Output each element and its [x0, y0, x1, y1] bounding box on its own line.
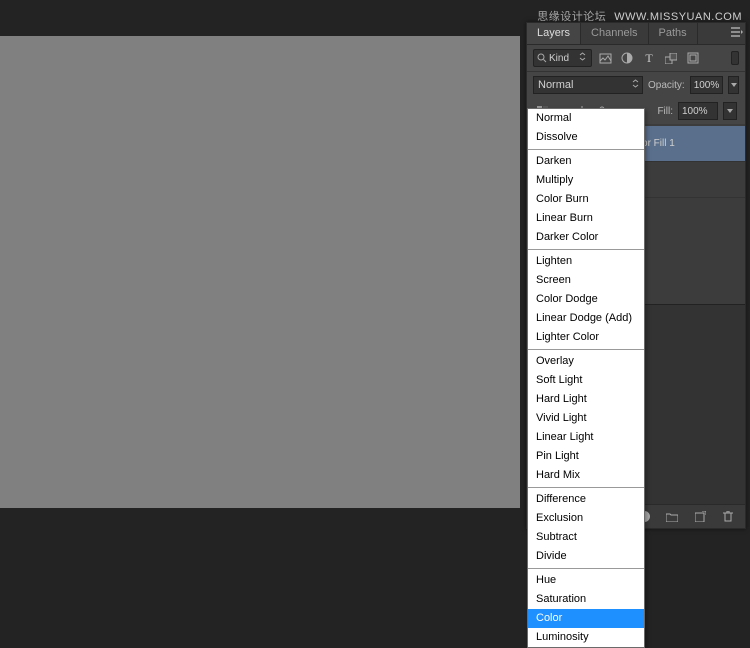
blend-item-selected[interactable]: Color	[528, 609, 644, 628]
blend-item[interactable]: Lighten	[528, 252, 644, 271]
blend-item[interactable]: Hue	[528, 571, 644, 590]
blend-item[interactable]: Pin Light	[528, 447, 644, 466]
filter-shape-icon[interactable]	[662, 49, 680, 67]
blend-item[interactable]: Luminosity	[528, 628, 644, 647]
blend-item[interactable]: Hard Mix	[528, 466, 644, 485]
trash-icon[interactable]	[719, 508, 737, 526]
fill-input[interactable]: 100%	[678, 102, 718, 120]
blend-item[interactable]: Overlay	[528, 352, 644, 371]
blend-item[interactable]: Soft Light	[528, 371, 644, 390]
filter-toggle[interactable]	[731, 51, 739, 65]
opacity-input[interactable]: 100%	[690, 76, 724, 94]
blend-item[interactable]: Linear Light	[528, 428, 644, 447]
blend-item[interactable]: Vivid Light	[528, 409, 644, 428]
blend-item[interactable]: Color Dodge	[528, 290, 644, 309]
filter-kind-select[interactable]: Kind	[533, 49, 592, 67]
blend-item[interactable]: Color Burn	[528, 190, 644, 209]
filter-type-icon[interactable]: T	[640, 49, 658, 67]
canvas-area[interactable]	[0, 36, 520, 508]
blend-item[interactable]: Normal	[528, 109, 644, 128]
blend-item[interactable]: Subtract	[528, 528, 644, 547]
blend-item[interactable]: Hard Light	[528, 390, 644, 409]
tab-layers[interactable]: Layers	[527, 23, 581, 44]
panel-menu-icon[interactable]	[731, 27, 743, 40]
filter-smart-icon[interactable]	[684, 49, 702, 67]
filter-adjust-icon[interactable]	[618, 49, 636, 67]
panel-tabs: Layers Channels Paths	[527, 23, 745, 45]
blend-item[interactable]: Difference	[528, 490, 644, 509]
blend-item[interactable]: Exclusion	[528, 509, 644, 528]
folder-icon[interactable]	[663, 508, 681, 526]
blend-item[interactable]: Darken	[528, 152, 644, 171]
opacity-slider-btn[interactable]	[728, 76, 739, 94]
filter-row: Kind T	[527, 45, 745, 72]
blend-item[interactable]: Linear Burn	[528, 209, 644, 228]
blend-item[interactable]: Multiply	[528, 171, 644, 190]
blend-mode-dropdown[interactable]: Normal Dissolve Darken Multiply Color Bu…	[527, 108, 645, 648]
new-layer-icon[interactable]	[691, 508, 709, 526]
blend-mode-select[interactable]: Normal	[533, 76, 643, 94]
search-icon	[537, 53, 547, 63]
fill-slider-btn[interactable]	[723, 102, 737, 120]
blend-item[interactable]: Darker Color	[528, 228, 644, 247]
blend-item[interactable]: Screen	[528, 271, 644, 290]
tab-channels[interactable]: Channels	[581, 23, 648, 44]
blend-item[interactable]: Saturation	[528, 590, 644, 609]
blend-opacity-row: Normal Opacity: 100%	[527, 72, 745, 98]
opacity-label: Opacity:	[648, 80, 685, 91]
filter-pixel-icon[interactable]	[596, 49, 614, 67]
fill-label: Fill:	[657, 106, 673, 117]
blend-item[interactable]: Lighter Color	[528, 328, 644, 347]
tab-paths[interactable]: Paths	[649, 23, 698, 44]
blend-item[interactable]: Dissolve	[528, 128, 644, 147]
blend-item[interactable]: Linear Dodge (Add)	[528, 309, 644, 328]
